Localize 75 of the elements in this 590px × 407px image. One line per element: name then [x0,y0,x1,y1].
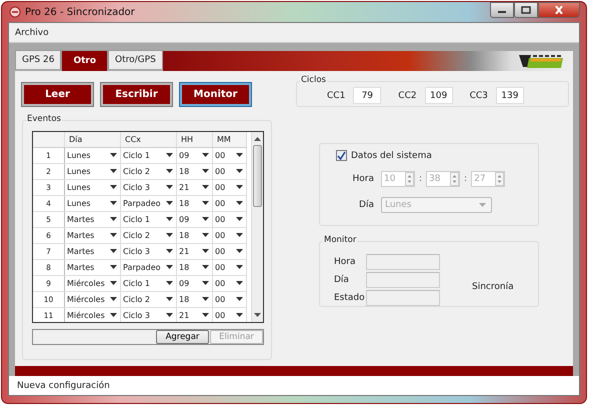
dropdown-cell[interactable]: Ciclo 1 [121,276,176,290]
dropdown-cell[interactable]: 00 [213,292,246,306]
dropdown-cell[interactable]: Martes [65,244,120,258]
group-title: Monitor [323,235,358,245]
dropdown-cell[interactable]: Ciclo 3 [121,308,176,322]
dropdown-cell[interactable]: 18 [177,292,212,306]
dropdown-cell[interactable]: Martes [65,260,120,274]
column-header[interactable]: MM [212,132,246,147]
tab[interactable]: Otro/GPS [108,50,163,69]
action-button[interactable]: Monitor [180,83,251,106]
field-label: Día [358,200,374,210]
dropdown-cell[interactable]: Ciclo 3 [121,244,176,258]
dropdown-cell[interactable]: 00 [213,244,246,258]
column-header[interactable]: HH [176,132,212,147]
field-label: CC2 [398,90,417,100]
window-title: Pro 26 - Sincronizador [25,6,135,18]
dropdown-cell[interactable]: 18 [177,260,212,274]
dropdown-cell[interactable]: Martes [65,228,120,242]
dropdown-cell[interactable]: Ciclo 2 [121,164,176,178]
tab[interactable]: Otro [61,50,108,71]
dropdown-cell[interactable]: 18 [177,164,212,178]
group-title: Eventos [26,114,62,124]
menu-item[interactable]: Archivo [15,28,49,38]
dropdown-cell[interactable]: Miércoles [65,292,120,306]
dropdown-cell[interactable]: Ciclo 3 [121,180,176,194]
field-label: Hora [352,174,374,184]
dropdown-cell[interactable]: Ciclo 1 [121,148,176,162]
dropdown-cell[interactable]: 00 [213,196,246,210]
dropdown-cell[interactable]: Parpadeo [121,260,176,274]
dropdown-cell[interactable]: 00 [213,228,246,242]
separator-text: : [419,174,422,184]
separator-text: : [464,174,468,184]
dropdown-cell[interactable]: Parpadeo [121,196,176,210]
input-field[interactable]: 79 [353,87,382,104]
field-label: CC1 [327,90,346,100]
dropdown-cell[interactable]: Lunes [65,148,120,162]
field-label: Hora [334,257,356,267]
dropdown-cell[interactable]: 09 [177,212,212,226]
dropdown-cell[interactable]: Ciclo 1 [121,212,176,226]
dropdown-cell[interactable]: 09 [177,276,212,290]
dropdown-cell[interactable]: Martes [65,212,120,226]
dropdown-cell[interactable]: 00 [213,180,246,194]
dropdown-cell[interactable]: Ciclo 2 [121,228,176,242]
dropdown-cell[interactable]: 18 [177,196,212,210]
input-field[interactable]: 109 [424,87,453,104]
dropdown-cell[interactable]: Lunes [65,196,120,210]
checkbox-label: Datos del sistema [351,150,432,160]
grid-button[interactable]: Agregar [156,330,209,344]
dropdown-cell[interactable]: Lunes [65,180,120,194]
dropdown-cell[interactable]: Ciclo 2 [121,292,176,306]
action-button[interactable]: Leer [22,83,93,106]
dropdown-cell[interactable]: 09 [177,148,212,162]
dropdown-cell[interactable]: Lunes [65,164,120,178]
field-label: Día [334,275,350,285]
dropdown-cell[interactable]: 00 [213,212,246,226]
dropdown-cell[interactable]: Miércoles [65,308,120,322]
sync-status-text: Sincronía [472,282,514,292]
input-field[interactable]: 139 [496,87,524,104]
dropdown-cell[interactable]: 18 [177,228,212,242]
dropdown-cell[interactable]: 00 [213,260,246,274]
dropdown-cell[interactable]: 00 [213,148,246,162]
dropdown-cell[interactable]: 00 [213,308,246,322]
column-header[interactable]: CCx [120,132,176,147]
tab[interactable]: GPS 26 [15,50,62,69]
dropdown-cell[interactable]: 21 [177,180,212,194]
dropdown-cell[interactable]: Miércoles [65,276,120,290]
field-label: CC3 [470,90,488,100]
group-title: Ciclos [300,75,327,85]
dropdown-cell[interactable]: 21 [177,244,212,258]
field-label: Estado [334,293,366,303]
dropdown-cell[interactable]: 00 [213,164,246,178]
column-header[interactable]: Día [64,132,120,147]
action-button[interactable]: Escribir [101,83,172,106]
dropdown-cell[interactable]: 21 [177,308,212,322]
dropdown-cell[interactable]: 00 [213,276,246,290]
